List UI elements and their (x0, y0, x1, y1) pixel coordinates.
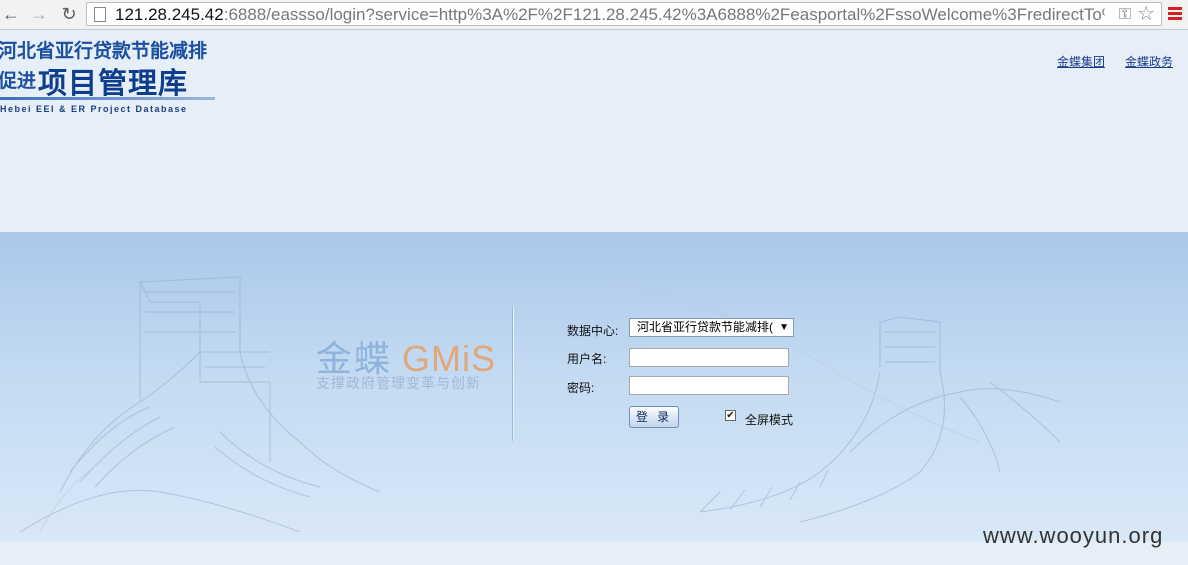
site-logo: 河北省亚行贷款节能减排 促进 项目管理库 Hebei EEI & ER Proj… (0, 36, 220, 118)
logo-title-main: 项目管理库 (38, 68, 189, 100)
page-icon (94, 7, 106, 22)
address-bar[interactable]: 121.28.245.42:6888/eassso/login?service=… (86, 2, 1162, 26)
fullscreen-label: 全屏模式 (745, 413, 794, 427)
watermark: www.wooyun.org (983, 523, 1164, 548)
logo-title-line1: 河北省亚行贷款节能减排 (0, 41, 208, 62)
dropdown-arrow-icon[interactable]: ▼ (779, 319, 789, 336)
datacenter-label: 数据中心: (567, 324, 619, 338)
menu-icon[interactable] (1168, 7, 1182, 22)
logo-english-subtitle: Hebei EEI & ER Project Database (0, 104, 188, 114)
url-text[interactable]: 121.28.245.42:6888/eassso/login?service=… (115, 4, 1105, 26)
password-label: 密码: (567, 381, 595, 395)
key-icon[interactable]: ⚿ (1119, 4, 1131, 26)
datacenter-selected-value: 河北省亚行贷款节能减排( (637, 320, 773, 334)
login-button[interactable]: 登 录 (629, 406, 679, 428)
forward-arrow-icon[interactable]: → (28, 3, 50, 25)
bookmark-star-icon[interactable]: ☆ (1137, 3, 1155, 25)
back-arrow-icon[interactable]: ← (0, 3, 22, 25)
fullscreen-checkbox[interactable]: ✔ (725, 410, 736, 421)
browser-toolbar: ← → ↻ 121.28.245.42:6888/eassso/login?se… (0, 0, 1188, 30)
username-label: 用户名: (567, 352, 607, 366)
username-input[interactable] (629, 348, 789, 367)
brand-slogan: 支撑政府管理变革与创新 (316, 375, 481, 391)
link-kingdee-gov[interactable]: 金蝶政务 (1125, 53, 1173, 70)
reload-icon[interactable]: ↻ (58, 3, 80, 25)
vertical-divider (512, 306, 514, 441)
login-banner: 金蝶 GMiS 支撑政府管理变革与创新 数据中心: 河北省亚行贷款节能减排( ▼… (0, 232, 1188, 541)
logo-title-prefix: 促进 (0, 71, 37, 92)
logo-underline (0, 97, 215, 100)
link-kingdee-group[interactable]: 金蝶集团 (1057, 53, 1105, 70)
url-path: :6888/eassso/login?service=http%3A%2F%2F… (223, 5, 1105, 24)
password-input[interactable] (629, 376, 789, 395)
datacenter-select[interactable]: 河北省亚行贷款节能减排( ▼ (629, 318, 794, 337)
url-host: 121.28.245.42 (115, 5, 224, 24)
